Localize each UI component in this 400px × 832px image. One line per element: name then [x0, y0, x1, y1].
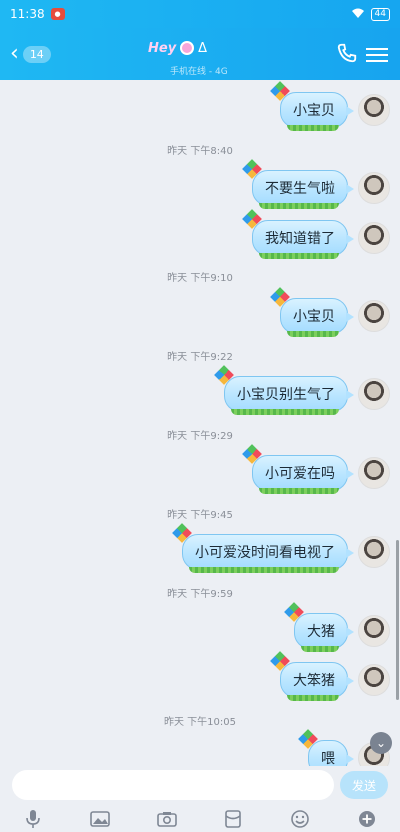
- chat-title[interactable]: Hey Δ: [148, 37, 207, 59]
- message-row: 小宝贝: [270, 287, 390, 337]
- message-text: 小可爱在吗: [265, 466, 335, 482]
- kite-icon: [172, 523, 192, 543]
- kite-icon: [298, 729, 318, 749]
- timestamp: 昨天 下午9:45: [167, 510, 233, 521]
- message-bubble[interactable]: 小可爱没时间看电视了: [172, 523, 354, 573]
- message-bubble[interactable]: 小宝贝: [270, 81, 354, 131]
- timestamp: 昨天 下午9:29: [167, 431, 233, 442]
- avatar[interactable]: [358, 94, 390, 126]
- message-text: 我知道错了: [265, 231, 335, 247]
- message-row: 小宝贝别生气了: [214, 365, 390, 415]
- message-row: 小宝贝: [270, 81, 390, 131]
- kite-icon: [242, 444, 262, 464]
- camera-icon[interactable]: [156, 809, 177, 829]
- message-row: 小可爱没时间看电视了: [172, 523, 390, 573]
- message-row: 大猪: [284, 602, 390, 652]
- message-text: 小宝贝别生气了: [237, 387, 335, 403]
- grass-decoration: [287, 331, 339, 337]
- avatar[interactable]: [358, 536, 390, 568]
- message-input[interactable]: [12, 770, 334, 800]
- timestamp: 昨天 下午8:40: [167, 146, 233, 157]
- scroll-down-button[interactable]: ⌄: [370, 732, 392, 754]
- red-packet-icon[interactable]: [223, 809, 243, 829]
- timestamp: 昨天 下午9:22: [167, 352, 233, 363]
- image-icon[interactable]: [90, 809, 110, 829]
- grass-decoration: [189, 567, 339, 573]
- chevron-down-icon: ⌄: [375, 736, 387, 750]
- message-text: 小可爱没时间看电视了: [195, 545, 335, 561]
- grass-decoration: [287, 695, 339, 701]
- wifi-icon: [351, 7, 365, 22]
- message-bubble[interactable]: 我知道错了: [242, 209, 354, 259]
- grass-decoration: [259, 253, 339, 259]
- message-text: 喂: [321, 751, 335, 766]
- battery-icon: 44: [370, 7, 390, 21]
- avatar[interactable]: [358, 378, 390, 410]
- kite-icon: [270, 651, 290, 671]
- message-row: 我知道错了: [242, 209, 390, 259]
- message-bubble[interactable]: 小可爱在吗: [242, 444, 354, 494]
- plus-icon[interactable]: [357, 809, 377, 829]
- message-bubble[interactable]: 小宝贝别生气了: [214, 365, 354, 415]
- message-bubble[interactable]: 喂: [298, 729, 354, 766]
- chat-header: ‹ 14 Hey Δ 手机在线 - 4G: [0, 28, 400, 80]
- kite-icon: [270, 81, 290, 101]
- message-bubble[interactable]: 不要生气啦: [242, 159, 354, 209]
- status-time: 11:38: [10, 7, 45, 21]
- scrollbar[interactable]: [396, 540, 399, 700]
- grass-decoration: [259, 203, 339, 209]
- input-bar: 发送: [0, 766, 400, 806]
- timestamp: 昨天 下午10:05: [164, 717, 236, 728]
- avatar[interactable]: [358, 300, 390, 332]
- grass-decoration: [301, 646, 339, 652]
- message-text: 大笨猪: [293, 673, 335, 689]
- message-list[interactable]: 小宝贝 昨天 下午8:40 不要生气啦 我知道错了 昨天 下午9:10 小宝贝 …: [0, 80, 400, 766]
- unread-count-badge: 14: [22, 45, 51, 63]
- avatar[interactable]: [358, 222, 390, 254]
- message-row: 小可爱在吗: [242, 444, 390, 494]
- message-text: 小宝贝: [293, 103, 335, 119]
- send-button[interactable]: 发送: [340, 771, 388, 799]
- input-toolbar: [0, 806, 400, 832]
- chat-subtitle: 手机在线 - 4G: [170, 67, 228, 77]
- message-row: 不要生气啦: [242, 159, 390, 209]
- grass-decoration: [259, 488, 339, 494]
- message-text: 大猪: [307, 624, 335, 640]
- message-bubble[interactable]: 大猪: [284, 602, 354, 652]
- grass-decoration: [287, 125, 339, 131]
- message-row: 大笨猪: [270, 651, 390, 701]
- kite-icon: [242, 209, 262, 229]
- title-tail: Δ: [198, 40, 208, 56]
- avatar[interactable]: [358, 172, 390, 204]
- flower-icon: [180, 41, 195, 55]
- back-button[interactable]: ‹ 14: [10, 41, 51, 67]
- message-bubble[interactable]: 小宝贝: [270, 287, 354, 337]
- chevron-left-icon: ‹: [10, 41, 19, 66]
- phone-icon[interactable]: [336, 42, 360, 66]
- avatar[interactable]: [358, 457, 390, 489]
- emoji-icon[interactable]: [290, 809, 310, 829]
- timestamp: 昨天 下午9:10: [167, 273, 233, 284]
- grass-decoration: [231, 409, 339, 415]
- notification-icon: ●: [50, 8, 65, 20]
- message-text: 小宝贝: [293, 309, 335, 325]
- kite-icon: [270, 287, 290, 307]
- kite-icon: [214, 365, 234, 385]
- kite-icon: [284, 602, 304, 622]
- avatar[interactable]: [358, 664, 390, 696]
- title-logo: Hey: [148, 40, 177, 56]
- message-text: 不要生气啦: [265, 181, 335, 197]
- status-bar: 11:38 ● 44: [0, 0, 400, 28]
- timestamp: 昨天 下午9:59: [167, 589, 233, 600]
- mic-icon[interactable]: [23, 809, 43, 829]
- avatar[interactable]: [358, 615, 390, 647]
- kite-icon: [242, 159, 262, 179]
- menu-icon[interactable]: [366, 44, 388, 64]
- message-bubble[interactable]: 大笨猪: [270, 651, 354, 701]
